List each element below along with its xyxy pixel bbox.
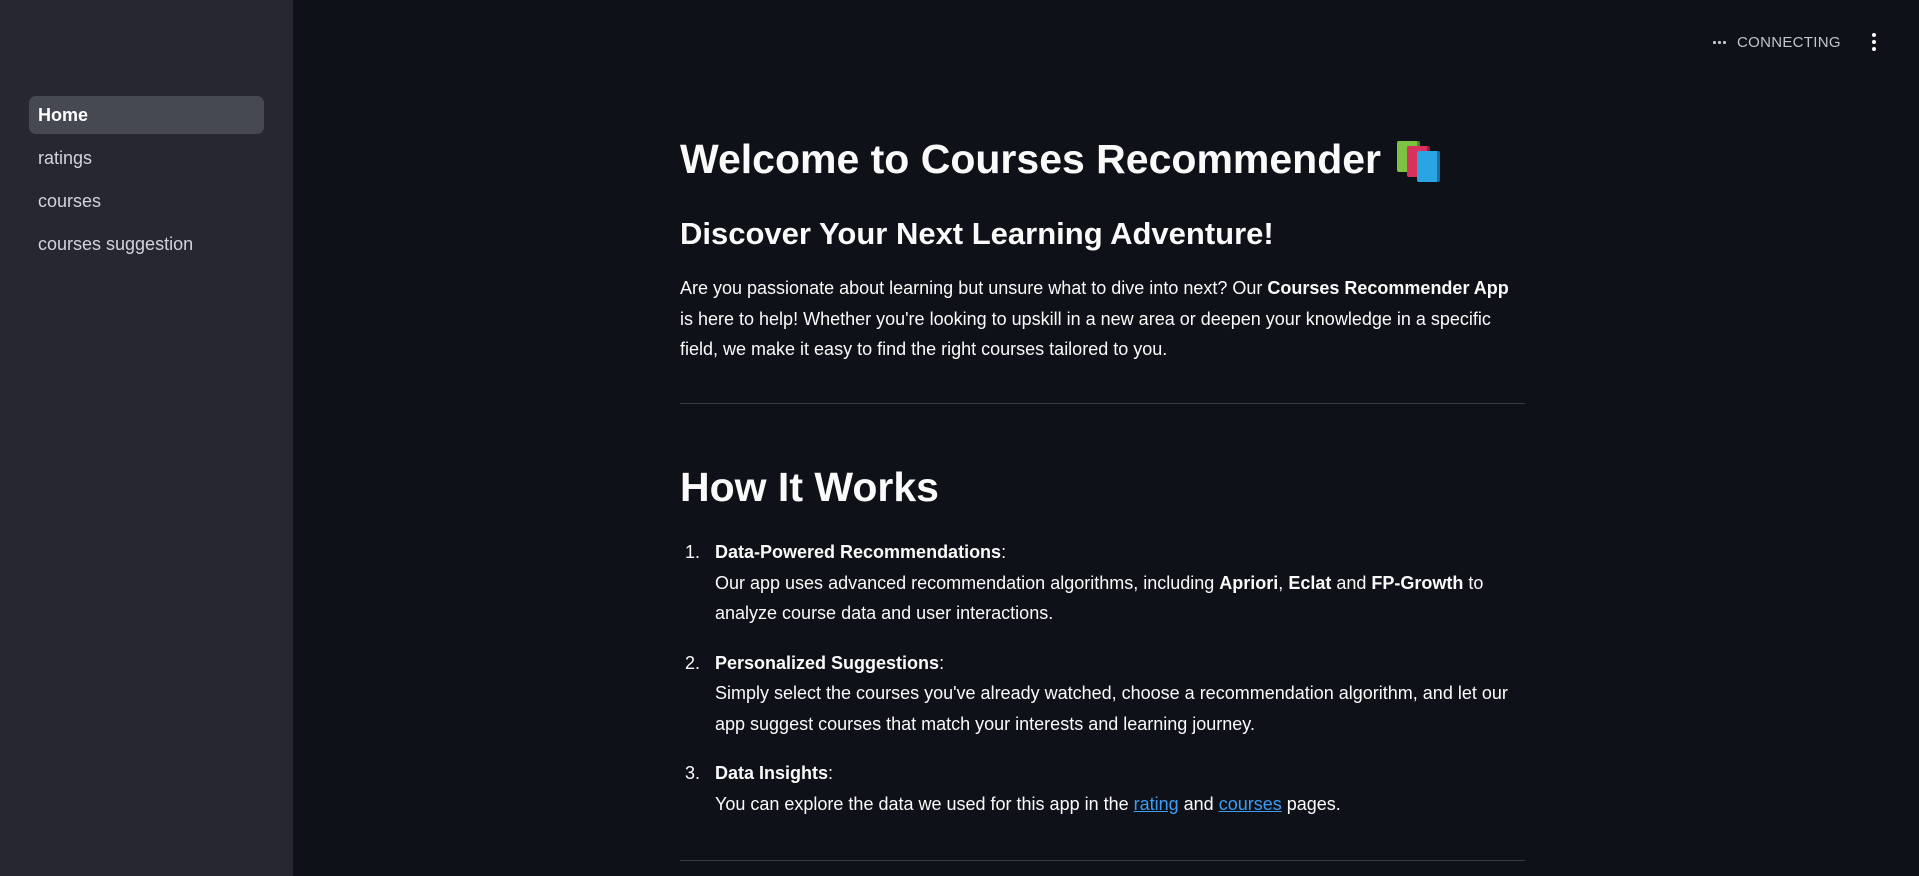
divider-bottom [680, 860, 1525, 861]
step-colon: : [1001, 542, 1007, 562]
intro-app-name: Courses Recommender App [1267, 278, 1509, 298]
step-text: and [1178, 793, 1219, 814]
sidebar-item-ratings[interactable]: ratings [29, 139, 264, 177]
how-it-works-heading: How It Works [680, 464, 939, 510]
divider-top [680, 403, 1525, 404]
intro-text-1: Are you passionate about learning but un… [680, 278, 1268, 298]
step-heading: Data-Powered Recommendations [715, 542, 1002, 562]
books-icon [1395, 138, 1441, 182]
page-subtitle: Discover Your Next Learning Adventure! [680, 216, 1274, 251]
app-root: Home ratings courses courses suggestion … [0, 0, 1919, 876]
list-item: 1. Data-Powered Recommendations: Our app… [680, 537, 1525, 629]
sidebar-item-courses-suggestion[interactable]: courses suggestion [29, 225, 264, 263]
connection-status-label: CONNECTING [1737, 33, 1841, 51]
list-item: 3. Data Insights: You can explore the da… [680, 758, 1525, 819]
step-colon: : [828, 763, 834, 783]
sidebar-nav: Home ratings courses courses suggestion [29, 96, 264, 268]
step-text: Simply select the courses you've already… [715, 683, 1508, 734]
intro-text-2: is here to help! Whether you're looking … [680, 308, 1491, 360]
intro-paragraph: Are you passionate about learning but un… [680, 273, 1525, 365]
connection-status: CONNECTING [1713, 30, 1841, 54]
step-text: pages. [1281, 793, 1341, 814]
sidebar-item-home[interactable]: Home [29, 96, 264, 134]
list-item: 2. Personalized Suggestions: Simply sele… [680, 648, 1525, 740]
step-colon: : [939, 652, 945, 673]
main-menu-kebab-icon[interactable] [1864, 30, 1884, 54]
algo-eclat: Eclat [1288, 572, 1332, 593]
step-heading: Personalized Suggestions [715, 652, 940, 673]
step-sep: , [1278, 572, 1289, 593]
algo-fp-growth: FP-Growth [1371, 572, 1464, 593]
steps-list: 1. Data-Powered Recommendations: Our app… [680, 537, 1525, 838]
sidebar-item-courses[interactable]: courses [29, 182, 264, 220]
step-sep: and [1331, 572, 1372, 593]
step-number: 3. [685, 763, 701, 783]
algo-apriori: Apriori [1219, 572, 1279, 593]
step-text: You can explore the data we used for thi… [715, 793, 1134, 814]
courses-link[interactable]: courses [1219, 794, 1282, 814]
sidebar: Home ratings courses courses suggestion [0, 0, 293, 876]
page-title: Welcome to Courses Recommender [680, 130, 1441, 188]
page-title-text: Welcome to Courses Recommender [680, 136, 1382, 182]
step-text: Our app uses advanced recommendation alg… [715, 572, 1220, 593]
step-number: 1. [685, 542, 701, 562]
ellipsis-icon [1713, 40, 1726, 44]
step-number: 2. [685, 652, 701, 673]
rating-link[interactable]: rating [1134, 794, 1179, 814]
step-heading: Data Insights [715, 763, 829, 783]
